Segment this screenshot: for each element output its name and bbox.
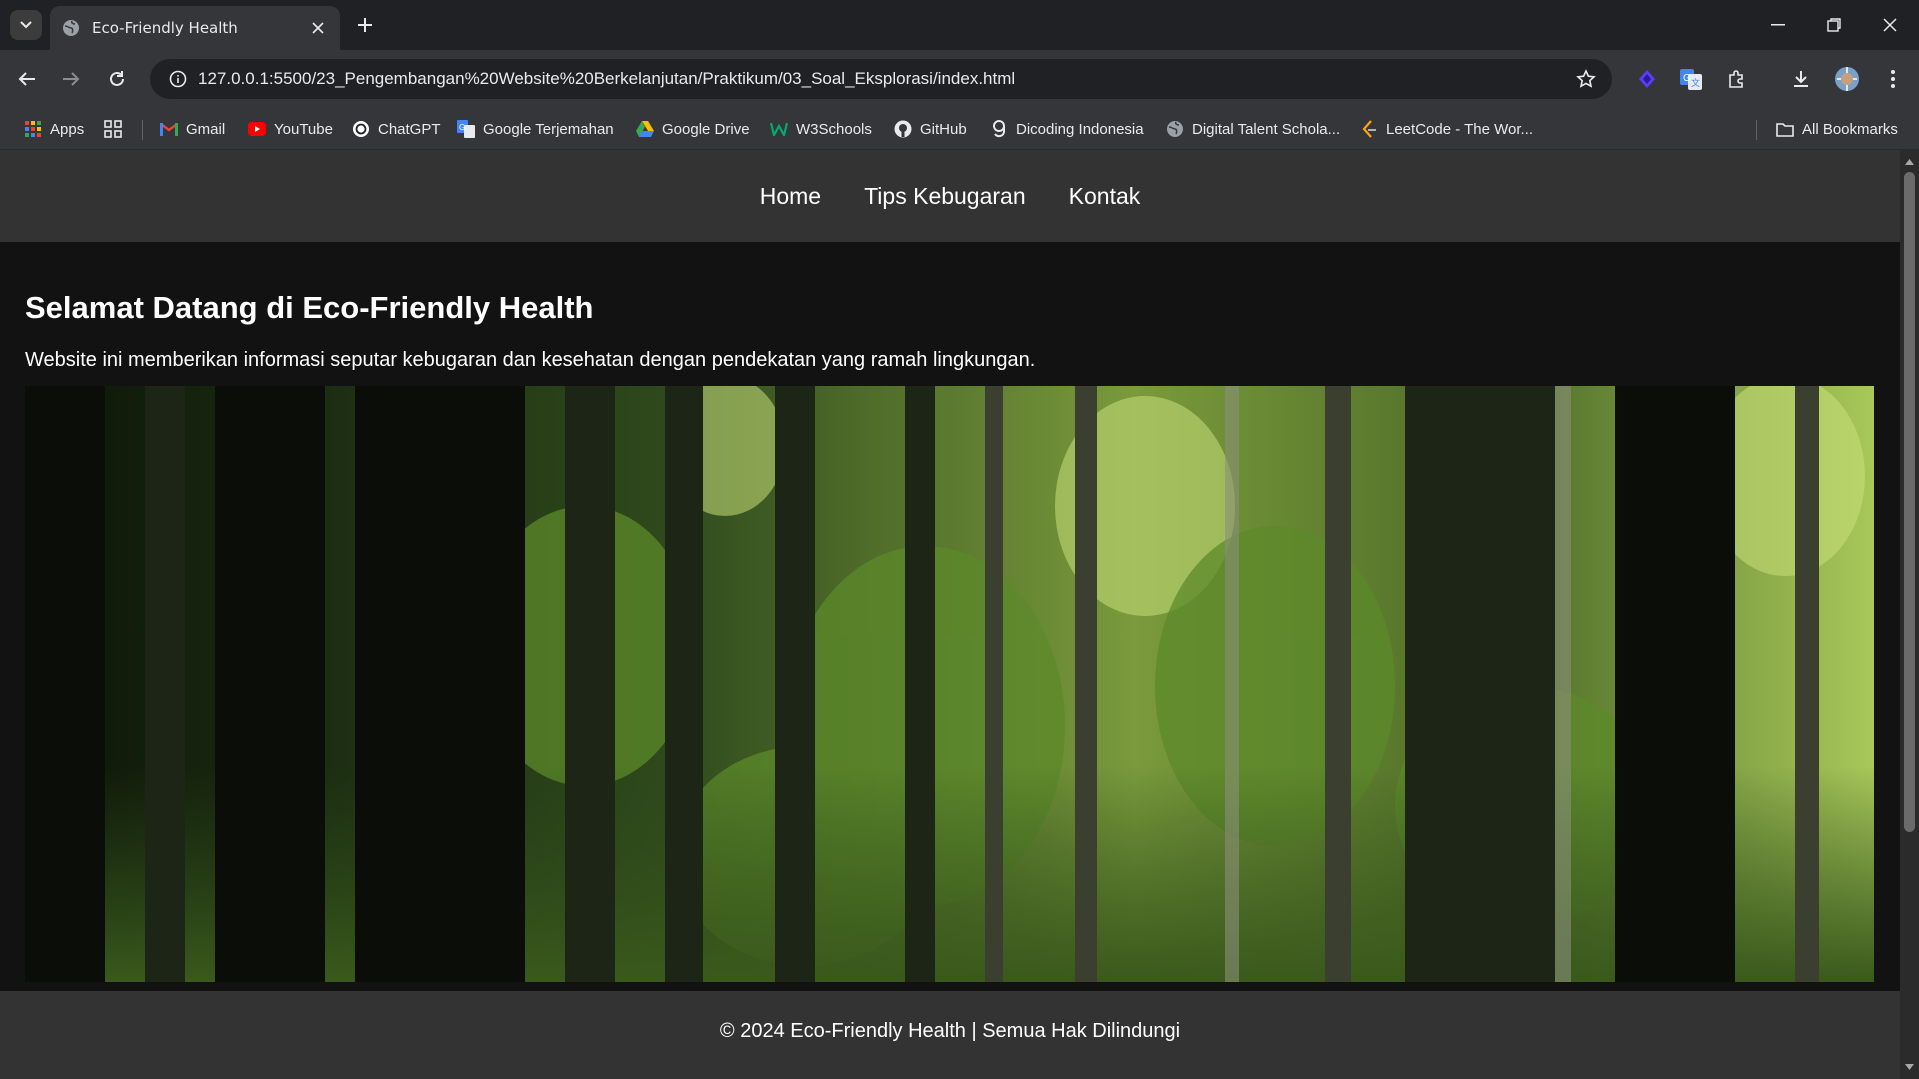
new-tab-button[interactable] xyxy=(352,12,378,38)
site-info-icon[interactable] xyxy=(158,70,198,88)
forward-button[interactable] xyxy=(56,64,86,94)
forest-image xyxy=(25,386,1874,982)
svg-text:G: G xyxy=(459,123,465,132)
minimize-icon xyxy=(1771,24,1785,26)
tab-groups-button[interactable] xyxy=(104,118,130,140)
bookmark-apps[interactable]: Apps xyxy=(24,118,84,140)
tab-title: Eco-Friendly Health xyxy=(92,19,238,37)
apps-grid-icon xyxy=(24,120,42,138)
restore-icon xyxy=(1827,18,1841,32)
arrow-left-icon xyxy=(18,72,35,86)
bookmark-github[interactable]: GitHub xyxy=(894,118,967,140)
nav-link-kontak[interactable]: Kontak xyxy=(1069,183,1141,210)
scroll-down-arrow-icon[interactable] xyxy=(1905,1063,1914,1071)
bookmark-label: Google Terjemahan xyxy=(483,120,614,138)
page-scrollbar[interactable] xyxy=(1900,150,1919,1079)
bookmark-label: Digital Talent Schola... xyxy=(1192,120,1341,138)
globe-icon xyxy=(63,20,79,36)
browser-toolbar: 127.0.0.1:5500/23_Pengembangan%20Website… xyxy=(0,50,1919,108)
more-menu-icon[interactable] xyxy=(1878,64,1908,94)
bookmark-divider xyxy=(1756,120,1757,140)
bookmark-google-drive[interactable]: Google Drive xyxy=(636,118,750,140)
bookmark-label: Apps xyxy=(50,120,85,138)
minimize-button[interactable] xyxy=(1750,0,1806,50)
page-heading: Selamat Datang di Eco-Friendly Health xyxy=(25,290,594,325)
nav-link-tips-kebugaran[interactable]: Tips Kebugaran xyxy=(864,183,1026,210)
footer-text: © 2024 Eco-Friendly Health | Semua Hak D… xyxy=(719,1019,1181,1042)
tab-search-button[interactable] xyxy=(10,10,42,40)
bookmark-label: YouTube xyxy=(274,120,333,138)
profile-avatar[interactable] xyxy=(1832,64,1862,94)
extension-icon[interactable] xyxy=(1632,64,1662,94)
bookmark-label: W3Schools xyxy=(796,120,872,138)
nav-link-home[interactable]: Home xyxy=(760,183,821,210)
address-bar[interactable]: 127.0.0.1:5500/23_Pengembangan%20Website… xyxy=(150,59,1612,99)
arrow-right-icon xyxy=(63,72,80,86)
bookmark-chatgpt[interactable]: ChatGPT xyxy=(352,118,441,140)
page-viewport: Home Tips Kebugaran Kontak Selamat Datan… xyxy=(0,150,1900,1079)
folder-icon xyxy=(1776,120,1794,138)
youtube-icon xyxy=(248,120,266,138)
grid-icon xyxy=(104,120,122,138)
close-icon xyxy=(1883,18,1897,32)
google-translate-extension-icon[interactable]: G文 xyxy=(1676,64,1706,94)
globe-icon xyxy=(1166,120,1184,138)
chatgpt-icon xyxy=(352,120,370,138)
google-translate-icon: G xyxy=(457,120,475,138)
bookmark-digital-talent[interactable]: Digital Talent Schola... xyxy=(1166,118,1340,140)
site-footer: © 2024 Eco-Friendly Health | Semua Hak D… xyxy=(0,991,1900,1079)
reload-button[interactable] xyxy=(102,64,132,94)
leetcode-icon xyxy=(1360,120,1378,138)
bookmarks-bar: Apps Gmail YouTube ChatGPT G Google Terj… xyxy=(0,108,1919,150)
main-content: Selamat Datang di Eco-Friendly Health We… xyxy=(0,290,1900,982)
github-icon xyxy=(894,120,912,138)
tab-close-button[interactable] xyxy=(308,18,328,38)
reload-icon xyxy=(110,71,124,86)
tab-strip: Eco-Friendly Health xyxy=(0,0,1919,50)
dicoding-icon xyxy=(990,120,1008,138)
bookmark-google-translate[interactable]: G Google Terjemahan xyxy=(457,118,614,140)
bookmark-label: GitHub xyxy=(920,120,967,138)
extensions-puzzle-icon[interactable] xyxy=(1722,64,1752,94)
site-navigation: Home Tips Kebugaran Kontak xyxy=(0,150,1900,242)
bookmark-label: LeetCode - The Wor... xyxy=(1386,120,1534,138)
bookmark-w3schools[interactable]: W3Schools xyxy=(770,118,872,140)
url-text: 127.0.0.1:5500/23_Pengembangan%20Website… xyxy=(198,69,1016,88)
bookmark-star-icon[interactable] xyxy=(1576,69,1596,93)
bookmark-label: ChatGPT xyxy=(378,120,441,138)
restore-button[interactable] xyxy=(1806,0,1862,50)
bookmark-youtube[interactable]: YouTube xyxy=(248,118,333,140)
close-icon xyxy=(312,22,324,34)
bookmark-divider xyxy=(142,120,143,140)
bookmark-leetcode[interactable]: LeetCode - The Wor... xyxy=(1360,118,1533,140)
gmail-icon xyxy=(160,120,178,138)
all-bookmarks-button[interactable]: All Bookmarks xyxy=(1776,118,1898,140)
scrollbar-thumb[interactable] xyxy=(1904,172,1915,832)
download-icon[interactable] xyxy=(1786,64,1816,94)
back-button[interactable] xyxy=(12,64,42,94)
svg-text:文: 文 xyxy=(1691,77,1700,88)
browser-tab[interactable]: Eco-Friendly Health xyxy=(50,6,340,50)
plus-icon xyxy=(358,18,372,32)
close-window-button[interactable] xyxy=(1862,0,1918,50)
bookmark-label: Google Drive xyxy=(662,120,750,138)
bookmark-label: Dicoding Indonesia xyxy=(1016,120,1144,138)
svg-text:G: G xyxy=(1683,73,1691,84)
all-bookmarks-label: All Bookmarks xyxy=(1802,120,1898,138)
w3schools-icon xyxy=(770,120,788,138)
bookmark-gmail[interactable]: Gmail xyxy=(160,118,225,140)
chevron-down-icon xyxy=(20,21,32,29)
bookmark-dicoding[interactable]: Dicoding Indonesia xyxy=(990,118,1144,140)
bookmark-label: Gmail xyxy=(186,120,226,138)
scroll-up-arrow-icon[interactable] xyxy=(1905,158,1914,166)
google-drive-icon xyxy=(636,120,654,138)
intro-text: Website ini memberikan informasi seputar… xyxy=(25,349,1036,371)
